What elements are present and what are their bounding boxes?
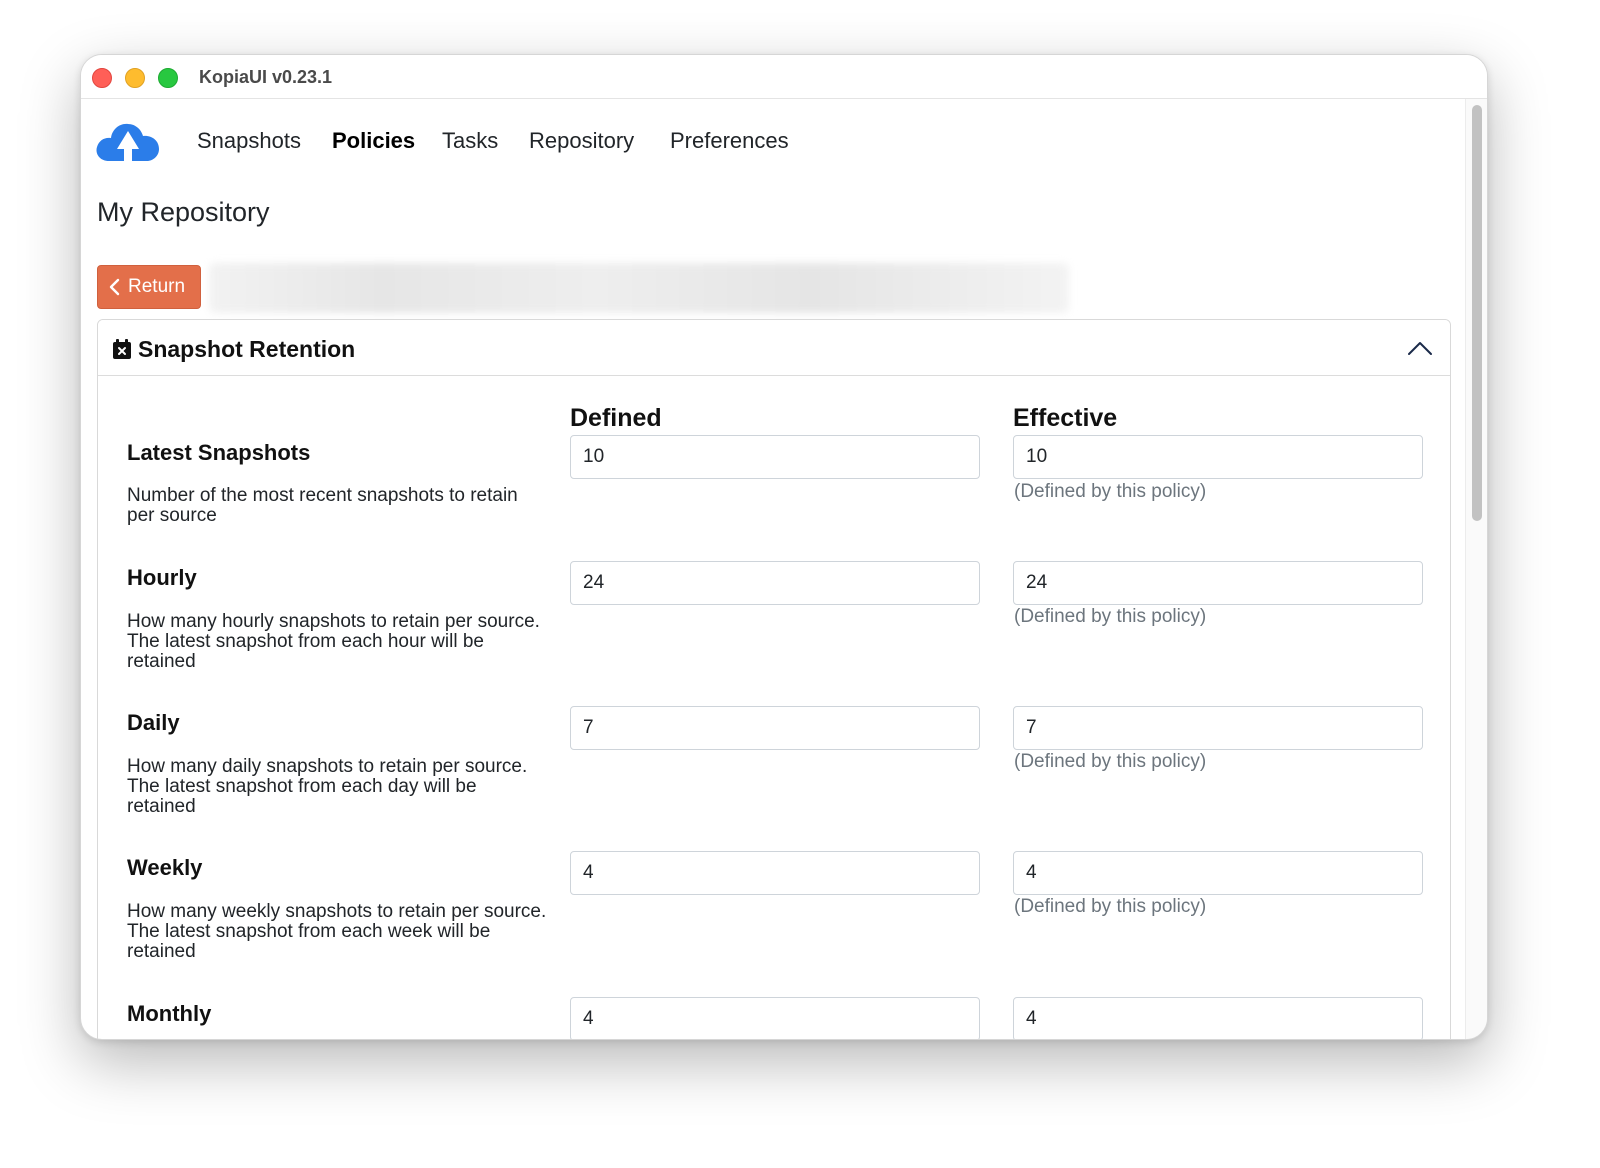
navbar: Snapshots Policies Tasks Repository Pref… (81, 99, 1465, 181)
daily-label: Daily (127, 710, 180, 735)
policy-path-blurred (209, 263, 1069, 313)
effective-column-header: Effective (1013, 404, 1118, 432)
latest-snapshots-effective-hint: (Defined by this policy) (1014, 481, 1207, 502)
snapshot-retention-card: Snapshot Retention Defined Effective Lat… (97, 319, 1451, 1039)
return-button-label: Return (128, 276, 186, 297)
page-title: My Repository (97, 197, 270, 227)
daily-description: How many daily snapshots to retain per s… (127, 756, 528, 817)
scrollbar-thumb[interactable] (1472, 105, 1482, 521)
latest-snapshots-defined-input[interactable]: 10 (570, 435, 980, 479)
latest-snapshots-effective-input[interactable]: 10 (1013, 435, 1423, 479)
kopia-cloud-logo-icon[interactable] (95, 117, 161, 163)
chevron-up-icon[interactable] (1406, 338, 1434, 358)
latest-snapshots-description: Number of the most recent snapshots to r… (127, 485, 518, 526)
monthly-effective-input[interactable]: 4 (1013, 997, 1423, 1039)
main-content: Snapshots Policies Tasks Repository Pref… (81, 99, 1465, 1039)
app-window: KopiaUI v0.23.1 Snapshots Policies Tasks… (80, 54, 1488, 1040)
monthly-defined-input[interactable]: 4 (570, 997, 980, 1039)
title-bar: KopiaUI v0.23.1 (81, 55, 1487, 99)
weekly-effective-input[interactable]: 4 (1013, 851, 1423, 895)
hourly-effective-input[interactable]: 24 (1013, 561, 1423, 605)
daily-effective-hint: (Defined by this policy) (1014, 751, 1207, 772)
weekly-description: How many weekly snapshots to retain per … (127, 901, 547, 962)
hourly-effective-hint: (Defined by this policy) (1014, 606, 1207, 627)
weekly-effective-hint: (Defined by this policy) (1014, 896, 1207, 917)
chevron-left-icon (109, 278, 120, 296)
snapshot-retention-header[interactable]: Snapshot Retention (98, 320, 1450, 376)
vertical-scrollbar[interactable] (1465, 99, 1487, 1039)
hourly-defined-input[interactable]: 24 (570, 561, 980, 605)
close-window-button[interactable] (92, 68, 112, 88)
latest-snapshots-label: Latest Snapshots (127, 440, 311, 465)
daily-effective-input[interactable]: 7 (1013, 706, 1423, 750)
zoom-window-button[interactable] (158, 68, 178, 88)
nav-policies[interactable]: Policies (332, 128, 415, 154)
return-button[interactable]: Return (97, 265, 201, 309)
window-title: KopiaUI v0.23.1 (199, 67, 333, 87)
nav-preferences[interactable]: Preferences (670, 128, 789, 154)
nav-repository[interactable]: Repository (529, 128, 634, 154)
weekly-defined-input[interactable]: 4 (570, 851, 980, 895)
monthly-label: Monthly (127, 1001, 212, 1026)
hourly-label: Hourly (127, 565, 197, 590)
hourly-description: How many hourly snapshots to retain per … (127, 611, 540, 672)
nav-snapshots[interactable]: Snapshots (197, 128, 301, 154)
weekly-label: Weekly (127, 855, 203, 880)
nav-tasks[interactable]: Tasks (442, 128, 498, 154)
defined-column-header: Defined (570, 404, 662, 432)
daily-defined-input[interactable]: 7 (570, 706, 980, 750)
calendar-x-icon (113, 339, 131, 359)
minimize-window-button[interactable] (125, 68, 145, 88)
section-title: Snapshot Retention (138, 336, 356, 362)
